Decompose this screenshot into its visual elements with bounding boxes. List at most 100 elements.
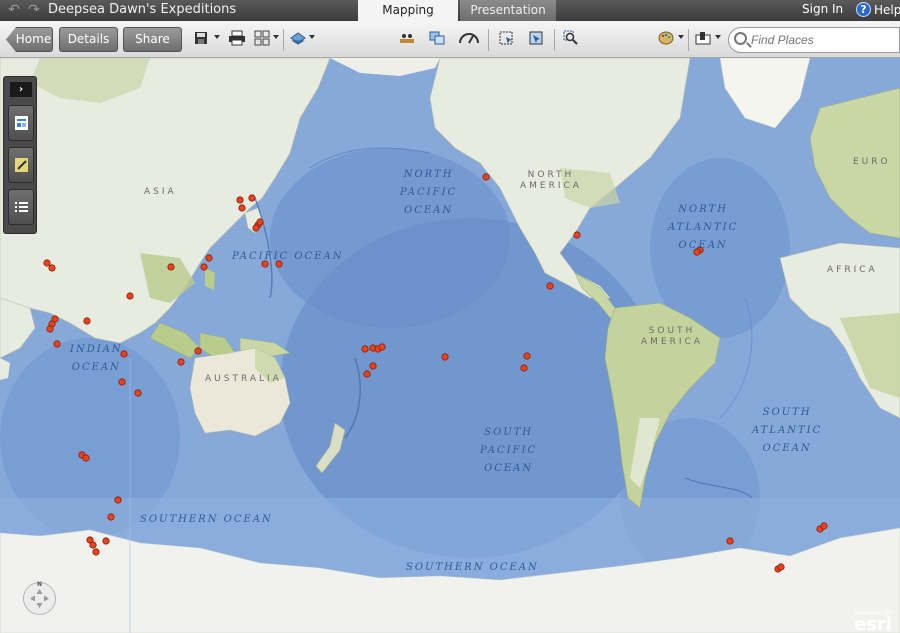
pan-control[interactable]: N: [23, 581, 56, 615]
expedition-marker[interactable]: [46, 325, 54, 333]
palette-dropdown-icon[interactable]: [678, 35, 684, 39]
expedition-marker[interactable]: [126, 292, 134, 300]
undo-icon[interactable]: ↶: [6, 2, 22, 18]
tab-presentation[interactable]: Presentation: [460, 0, 556, 21]
map-view[interactable]: NORTH PACIFIC OCEAN PACIFIC OCEAN NORTH …: [0, 58, 900, 633]
bookmark-icon[interactable]: [694, 30, 712, 48]
help-icon: ?: [856, 2, 871, 17]
layout-dropdown-icon[interactable]: [273, 35, 279, 39]
expedition-marker[interactable]: [200, 263, 208, 271]
redo-icon[interactable]: ↷: [26, 2, 42, 18]
esri-attribution: POWERED BY esri: [852, 610, 900, 633]
edit-button[interactable]: [8, 147, 34, 183]
expedition-marker[interactable]: [118, 378, 126, 386]
esri-logo: esri: [854, 614, 892, 633]
share-button[interactable]: Share: [123, 27, 182, 52]
details-button[interactable]: Details: [59, 27, 118, 52]
print-icon[interactable]: [228, 30, 246, 48]
expedition-marker[interactable]: [523, 352, 531, 360]
help-link[interactable]: ? Help: [856, 2, 900, 17]
label-europe: EURO: [853, 157, 891, 167]
expedition-marker[interactable]: [92, 548, 100, 556]
expedition-marker[interactable]: [573, 231, 581, 239]
label-southern-ocean-east: SOUTHERN OCEAN: [406, 562, 539, 573]
label-southern-ocean-west: SOUTHERN OCEAN: [140, 514, 273, 525]
expedition-marker[interactable]: [194, 347, 202, 355]
search-box[interactable]: [728, 27, 900, 53]
expedition-marker[interactable]: [369, 362, 377, 370]
label-north-america: NORTH AMERICA: [520, 170, 582, 191]
expedition-marker[interactable]: [256, 218, 264, 226]
toolbar: Home Details Share: [0, 21, 900, 58]
zoom-rect-icon[interactable]: [527, 30, 545, 48]
expedition-marker[interactable]: [43, 259, 51, 267]
overlap-icon[interactable]: [428, 30, 446, 48]
expand-panel-button[interactable]: ›: [10, 82, 32, 97]
legend-button[interactable]: [8, 105, 34, 141]
expedition-marker[interactable]: [102, 537, 110, 545]
label-pacific-ocean: PACIFIC OCEAN: [232, 251, 344, 262]
bookmark-dropdown-icon[interactable]: [715, 35, 721, 39]
expedition-marker[interactable]: [820, 522, 828, 530]
legend-icon: [15, 116, 28, 130]
palette-icon[interactable]: [657, 30, 675, 48]
label-south-pacific-ocean: SOUTH PACIFIC OCEAN: [480, 427, 538, 474]
measure-icon[interactable]: [398, 30, 416, 48]
expedition-marker[interactable]: [83, 317, 91, 325]
expedition-marker[interactable]: [726, 537, 734, 545]
select-icon[interactable]: [497, 30, 515, 48]
expedition-marker[interactable]: [89, 541, 97, 549]
expedition-marker[interactable]: [177, 358, 185, 366]
expedition-marker[interactable]: [378, 343, 386, 351]
label-indian-ocean: INDIAN OCEAN: [70, 344, 123, 373]
basemap-dropdown-icon[interactable]: [309, 35, 315, 39]
expedition-marker[interactable]: [167, 263, 175, 271]
title-bar: ↶ ↷ Deepsea Dawn's Expeditions Mapping P…: [0, 0, 900, 21]
expedition-marker[interactable]: [252, 224, 260, 232]
expedition-marker[interactable]: [53, 340, 61, 348]
layout-icon[interactable]: [253, 30, 271, 48]
home-button[interactable]: Home: [6, 27, 53, 52]
page-title: Deepsea Dawn's Expeditions: [48, 2, 237, 17]
label-north-pacific-ocean: NORTH PACIFIC OCEAN: [400, 169, 458, 216]
zoom-search-icon[interactable]: [562, 30, 580, 48]
label-south-atlantic-ocean: SOUTH ATLANTIC OCEAN: [752, 407, 823, 454]
expedition-marker[interactable]: [248, 194, 256, 202]
expedition-marker[interactable]: [114, 496, 122, 504]
label-africa: AFRICA: [827, 265, 878, 275]
expedition-marker[interactable]: [441, 353, 449, 361]
expedition-marker[interactable]: [361, 345, 369, 353]
basemap: [0, 58, 900, 633]
expedition-marker[interactable]: [482, 173, 490, 181]
contents-icon: [15, 202, 28, 212]
contents-button[interactable]: [8, 189, 34, 225]
expedition-marker[interactable]: [107, 513, 115, 521]
expedition-marker[interactable]: [777, 563, 785, 571]
gauge-icon[interactable]: [458, 30, 479, 48]
expedition-marker[interactable]: [236, 196, 244, 204]
label-south-america: SOUTH AMERICA: [641, 326, 703, 347]
label-australia: AUSTRALIA: [205, 374, 282, 384]
label-asia: ASIA: [144, 187, 177, 197]
expedition-marker[interactable]: [82, 454, 90, 462]
expedition-marker[interactable]: [134, 389, 142, 397]
label-north-atlantic-ocean: NORTH ATLANTIC OCEAN: [668, 204, 739, 251]
expedition-marker[interactable]: [363, 370, 371, 378]
search-icon: [734, 32, 747, 45]
toolbar-divider: [688, 29, 689, 51]
expedition-marker[interactable]: [48, 264, 56, 272]
toolbar-divider: [283, 29, 284, 51]
basemap-icon[interactable]: [289, 30, 307, 48]
save-dropdown-icon[interactable]: [214, 35, 220, 39]
tab-mapping[interactable]: Mapping: [358, 0, 458, 21]
pan-arrows-icon[interactable]: [23, 582, 56, 615]
side-panel: ›: [3, 76, 37, 234]
expedition-marker[interactable]: [238, 204, 246, 212]
toolbar-divider: [554, 29, 555, 51]
save-icon[interactable]: [192, 30, 210, 48]
expedition-marker[interactable]: [546, 282, 554, 290]
sign-in-link[interactable]: Sign In: [802, 2, 843, 16]
expedition-marker[interactable]: [520, 364, 528, 372]
search-input[interactable]: [751, 32, 896, 48]
expedition-marker[interactable]: [205, 254, 213, 262]
